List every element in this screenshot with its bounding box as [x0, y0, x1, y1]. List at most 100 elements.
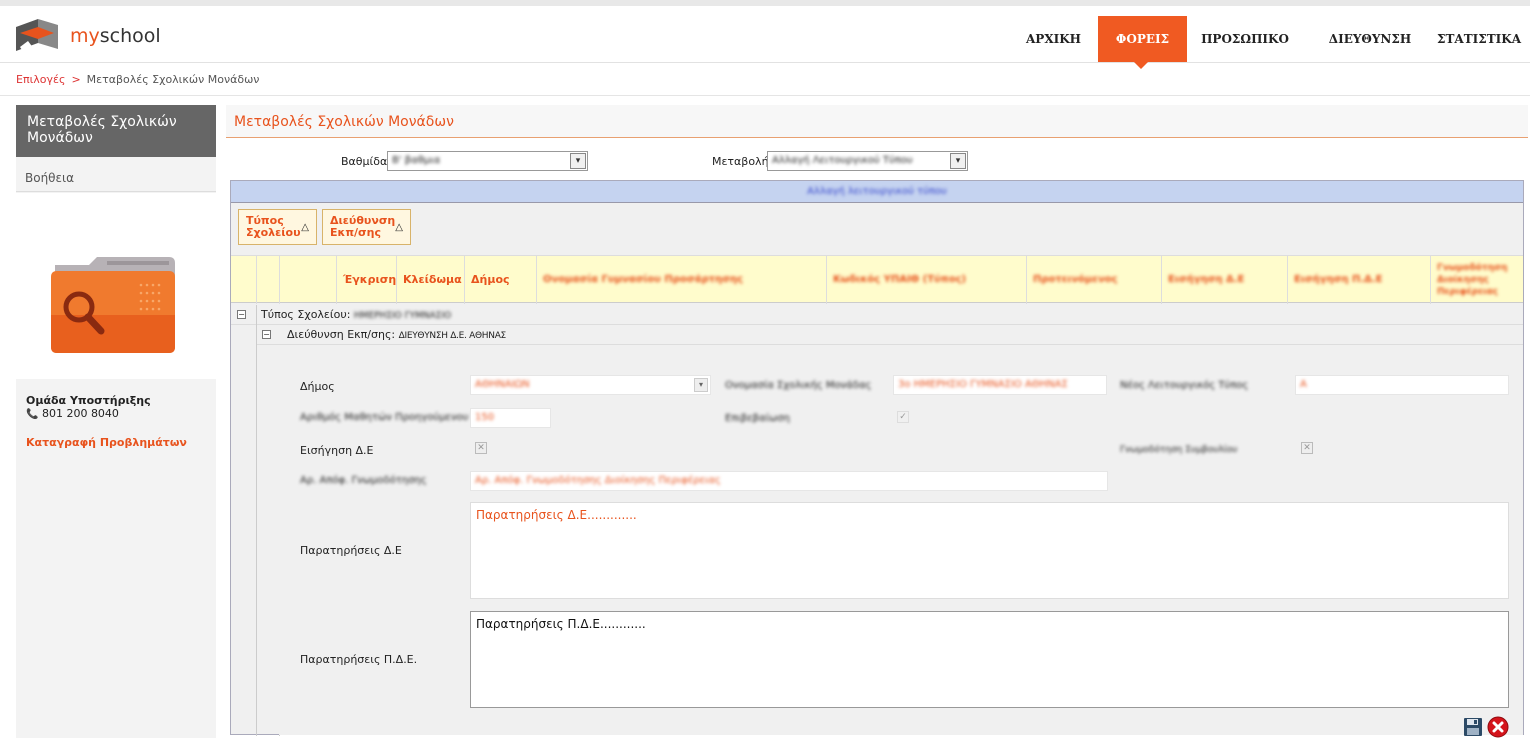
- notes-de-label: Παρατηρήσεις Δ.Ε: [300, 544, 402, 557]
- group-by-directorate-button[interactable]: Διεύθυνση Εκπ/σης △: [322, 209, 411, 245]
- new-type-value: Α: [1300, 379, 1307, 390]
- sidebar-item-help[interactable]: Βοήθεια: [16, 167, 216, 192]
- nav-active-caret: [1134, 62, 1148, 69]
- chevron-down-icon[interactable]: ▾: [694, 378, 708, 392]
- edit-form: Δήμος ΑΘΗΝΑΙΩΝ ▾ Ονομασία Σχολικής Μονάδ…: [279, 345, 1523, 738]
- school-name-label: Ονομασία Σχολικής Μονάδας: [725, 380, 871, 391]
- support-phone: 801 200 8040: [41, 407, 119, 420]
- students-input[interactable]: 150: [470, 408, 551, 428]
- column-header[interactable]: Γνωμοδότηση Διοίκησης Περιφέρειας: [1431, 256, 1523, 304]
- new-type-label: Νέος Λειτουργικός Τύπος: [1120, 380, 1248, 391]
- column-header[interactable]: Ονομασία Γυμνασίου Προσάρτησης: [537, 256, 827, 304]
- nav-item-statistika[interactable]: ΣΤΑΤΙΣΤΙΚΑ: [1430, 16, 1528, 62]
- notes-pde-textarea[interactable]: Παρατηρήσεις Π.Δ.Ε............: [470, 611, 1509, 708]
- new-type-label-text: Νέος Λειτουργικός Τύπος: [1120, 380, 1249, 391]
- sidebar: Μεταβολές Σχολικών Μονάδων Βοήθεια Ομάδα…: [16, 105, 216, 738]
- page-title: Μεταβολές Σχολικών Μονάδων: [226, 105, 1528, 138]
- logo-text[interactable]: myschool: [70, 25, 161, 47]
- report-problems-link[interactable]: Καταγραφή Προβλημάτων: [26, 436, 187, 449]
- chevron-down-icon[interactable]: ▾: [950, 153, 966, 169]
- group-row-school-type: − Τύπος Σχολείου: ΗΜΕΡΗΣΙΟ ΓΥΜΝΑΣΙΟ: [231, 305, 1523, 325]
- change-select[interactable]: Αλλαγή Λειτουργικού Τύπου ▾: [767, 151, 968, 171]
- gnomodotisi-checkbox[interactable]: ✕: [1301, 442, 1313, 454]
- data-grid: Αλλαγή λειτουργικού τύπου Τύπος Σχολείου…: [230, 180, 1524, 738]
- sort-triangle-icon[interactable]: △: [395, 222, 403, 234]
- tree-line: [256, 305, 257, 736]
- divider: [0, 95, 1530, 96]
- approval-checkbox[interactable]: ✓: [897, 411, 909, 423]
- collapse-icon[interactable]: −: [262, 330, 271, 339]
- save-icon[interactable]: [1463, 717, 1483, 737]
- collapse-icon[interactable]: −: [237, 310, 246, 319]
- support-title: Ομάδα Υποστήριξης: [26, 394, 151, 407]
- grade-select[interactable]: Β' βαθμια ▾: [387, 151, 588, 171]
- group-button-line2: Εκπ/σης: [330, 226, 381, 239]
- column-header-text: Εισήγηση Δ.Ε: [1168, 274, 1245, 285]
- column-spacer: [231, 256, 257, 304]
- eisigisi-de-label: Εισήγηση Δ.Ε: [300, 444, 374, 457]
- eisigisi-de-checkbox[interactable]: ✕: [475, 442, 487, 454]
- column-header[interactable]: Προτεινόμενος: [1027, 256, 1162, 304]
- group-prefix: Διεύθυνση Εκπ/σης:: [287, 328, 399, 341]
- dimos-select[interactable]: ΑΘΗΝΑΙΩΝ ▾: [470, 375, 711, 395]
- school-name-input[interactable]: 3ο ΗΜΕΡΗΣΙΟ ΓΥΜΝΑΣΙΟ ΑΘΗΝΑΣ: [893, 375, 1107, 395]
- column-header[interactable]: Κωδικός ΥΠΑΙΘ (Τύπος): [827, 256, 1027, 304]
- breadcrumb-current: Μεταβολές Σχολικών Μονάδων: [86, 73, 260, 86]
- column-header-text: Ονομασία Γυμνασίου Προσάρτησης: [543, 274, 743, 285]
- column-header[interactable]: Κλείδωμα: [397, 256, 465, 304]
- logo-prefix: my: [70, 25, 100, 47]
- support-block: Ομάδα Υποστήριξης 📞 801 200 8040: [26, 394, 151, 420]
- notes-de-textarea[interactable]: Παρατηρήσεις Δ.Ε.............: [470, 502, 1509, 599]
- change-select-value: Αλλαγή Λειτουργικού Τύπου: [772, 155, 913, 166]
- nav-item-home[interactable]: ΑΡΧΙΚΗ: [1017, 16, 1090, 62]
- group-button-line2: Σχολείου: [246, 226, 301, 239]
- nav-item-dieuthynsi[interactable]: ΔΙΕΥΘΥΝΣΗ: [1326, 16, 1414, 62]
- sidebar-title: Μεταβολές Σχολικών Μονάδων: [16, 105, 216, 157]
- sidebar-illustration: [16, 193, 216, 379]
- column-header[interactable]: Έγκριση: [337, 256, 397, 304]
- decision-label-text: Αρ. Απόφ. Γνωμοδότησης: [300, 475, 427, 486]
- column-header-text: Εισήγηση Π.Δ.Ε: [1294, 274, 1383, 285]
- column-header[interactable]: Εισήγηση Δ.Ε: [1162, 256, 1288, 304]
- chevron-down-icon[interactable]: ▾: [570, 153, 586, 169]
- notes-pde-label: Παρατηρήσεις Π.Δ.Ε.: [300, 653, 418, 666]
- breadcrumb-separator: >: [71, 73, 81, 86]
- approval-label-text: Επιβεβαίωση: [725, 413, 790, 424]
- group-value: ΗΜΕΡΗΣΙΟ ΓΥΜΝΑΣΙΟ: [353, 311, 452, 321]
- approval-label: Επιβεβαίωση: [725, 413, 790, 424]
- school-name-label-text: Ονομασία Σχολικής Μονάδας: [725, 380, 872, 391]
- grid-header: Αλλαγή λειτουργικού τύπου: [231, 181, 1523, 203]
- group-prefix: Τύπος Σχολείου:: [261, 308, 354, 321]
- breadcrumb: Επιλογές > Μεταβολές Σχολικών Μονάδων: [16, 73, 259, 86]
- gnomodotisi-label-text: Γνωμοδότηση Συμβουλίου: [1120, 445, 1238, 455]
- grid-column-headers: Έγκριση Κλείδωμα Δήμος Ονομασία Γυμνασίο…: [231, 255, 1523, 304]
- dimos-label: Δήμος: [300, 380, 335, 393]
- grid-header-title: Αλλαγή λειτουργικού τύπου: [807, 186, 947, 197]
- grade-select-value: Β' βαθμια: [392, 155, 441, 166]
- header: myschool ΑΡΧΙΚΗ ΦΟΡΕΙΣ ΠΡΟΣΩΠΙΚΟ ΔΙΕΥΘΥΝ…: [0, 6, 1530, 63]
- logo-suffix: school: [99, 25, 161, 47]
- column-spacer: [280, 256, 337, 304]
- cancel-icon[interactable]: [1487, 716, 1509, 738]
- decision-value: Αρ. Απόφ. Γνωμοδότησης Διοίκησης Περιφέρ…: [475, 475, 721, 486]
- sort-triangle-icon[interactable]: △: [301, 222, 309, 234]
- decision-label: Αρ. Απόφ. Γνωμοδότησης: [300, 475, 427, 486]
- school-name-value: 3ο ΗΜΕΡΗΣΙΟ ΓΥΜΝΑΣΙΟ ΑΘΗΝΑΣ: [898, 379, 1068, 390]
- decision-input[interactable]: Αρ. Απόφ. Γνωμοδότησης Διοίκησης Περιφέρ…: [470, 471, 1108, 491]
- column-spacer: [257, 256, 280, 304]
- nav-item-prosopiko[interactable]: ΠΡΟΣΩΠΙΚΟ: [1197, 16, 1293, 62]
- column-header-text: Κωδικός ΥΠΑΙΘ (Τύπος): [833, 274, 967, 285]
- group-label: Διεύθυνση Εκπ/σης: ΔΙΕΥΘΥΝΣΗ Δ.Ε. ΑΘΗΝΑΣ: [287, 325, 506, 346]
- column-header[interactable]: Δήμος: [465, 256, 537, 304]
- column-header-text: Προτεινόμενος: [1033, 274, 1118, 285]
- breadcrumb-root-link[interactable]: Επιλογές: [16, 73, 65, 86]
- group-label: Τύπος Σχολείου: ΗΜΕΡΗΣΙΟ ΓΥΜΝΑΣΙΟ: [261, 305, 451, 326]
- gnomodotisi-label: Γνωμοδότηση Συμβουλίου: [1120, 445, 1237, 455]
- group-by-school-type-button[interactable]: Τύπος Σχολείου △: [238, 209, 317, 245]
- myschool-logo-icon[interactable]: [16, 19, 66, 55]
- dimos-value: ΑΘΗΝΑΙΩΝ: [475, 379, 530, 390]
- column-header[interactable]: Εισήγηση Π.Δ.Ε: [1288, 256, 1431, 304]
- change-label: Μεταβολή: [712, 155, 769, 168]
- nav-item-foreis[interactable]: ΦΟΡΕΙΣ: [1098, 16, 1187, 62]
- new-type-input[interactable]: Α: [1295, 375, 1509, 395]
